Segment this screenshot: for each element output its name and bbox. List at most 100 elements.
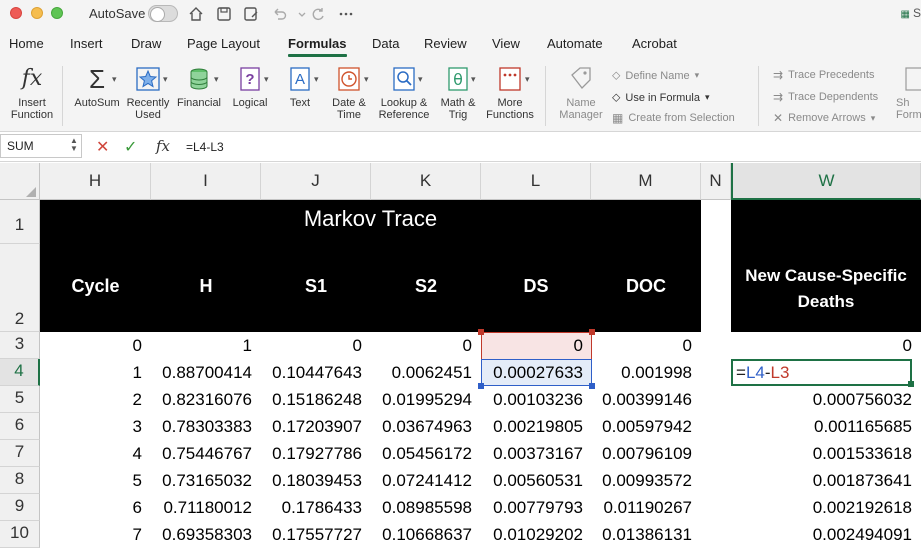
create-from-selection-button[interactable]: ▦ Create from Selection xyxy=(612,111,735,125)
cancel-icon[interactable]: ✕ xyxy=(96,137,109,157)
cell-h[interactable]: 1 xyxy=(151,332,261,359)
autosum-dropdown-icon[interactable]: ▾ xyxy=(112,74,117,85)
tab-page-layout[interactable]: Page Layout xyxy=(187,36,260,51)
row-header-3[interactable]: 3 xyxy=(0,332,40,359)
cell-ds[interactable]: 0.00779793 xyxy=(481,494,592,521)
tab-home[interactable]: Home xyxy=(9,36,44,51)
cell-new-deaths[interactable]: 0.001165685 xyxy=(731,413,921,440)
column-header-n[interactable]: N xyxy=(701,163,731,200)
tab-view[interactable]: View xyxy=(492,36,520,51)
cell-s2[interactable]: 0 xyxy=(371,332,481,359)
tab-insert[interactable]: Insert xyxy=(70,36,103,51)
save-as-icon[interactable] xyxy=(242,5,260,23)
cell-h[interactable]: 0.88700414 xyxy=(151,359,261,386)
redo-icon[interactable] xyxy=(309,5,327,23)
column-header-j[interactable]: J xyxy=(261,163,371,200)
fill-handle[interactable] xyxy=(908,381,914,387)
cell-s1[interactable]: 0 xyxy=(261,332,371,359)
cell-s1[interactable]: 0.10447643 xyxy=(261,359,371,386)
cell-cycle[interactable]: 3 xyxy=(40,413,151,440)
cell-ds[interactable]: 0.00373167 xyxy=(481,440,592,467)
insert-function-icon[interactable]: fx xyxy=(156,137,170,155)
row-header-9[interactable]: 9 xyxy=(0,494,40,521)
active-cell-w4[interactable]: = L4- L3 xyxy=(731,359,912,386)
close-window-button[interactable] xyxy=(10,7,22,19)
column-header-i[interactable]: I xyxy=(151,163,261,200)
text-button[interactable]: A Text xyxy=(278,64,322,109)
cell-s1[interactable]: 0.17557727 xyxy=(261,521,371,548)
cell-cycle[interactable]: 2 xyxy=(40,386,151,413)
more-options-icon[interactable] xyxy=(337,5,355,23)
cell-doc[interactable]: 0.00993572 xyxy=(591,467,701,494)
cell-s1[interactable]: 0.1786433 xyxy=(261,494,371,521)
cell-cycle[interactable]: 4 xyxy=(40,440,151,467)
lookup-reference-dropdown-icon[interactable]: ▾ xyxy=(418,74,423,85)
date-time-dropdown-icon[interactable]: ▾ xyxy=(364,74,369,85)
row-header-10[interactable]: 10 xyxy=(0,521,40,548)
cell-cycle[interactable]: 1 xyxy=(40,359,151,386)
cell-s2[interactable]: 0.01995294 xyxy=(371,386,481,413)
cell-cycle[interactable]: 5 xyxy=(40,467,151,494)
recently-used-button[interactable]: Recently Used xyxy=(124,64,172,121)
row-header-8[interactable]: 8 xyxy=(0,467,40,494)
column-header-k[interactable]: K xyxy=(371,163,481,200)
cell-ds[interactable]: 0.00027633 xyxy=(481,359,592,386)
cell-h[interactable]: 0.69358303 xyxy=(151,521,261,548)
row-header-4[interactable]: 4 xyxy=(0,359,40,386)
cell-ds[interactable]: 0.00560531 xyxy=(481,467,592,494)
tab-review[interactable]: Review xyxy=(424,36,467,51)
cell-new-deaths[interactable]: 0.000756032 xyxy=(731,386,921,413)
cell-new-deaths[interactable]: 0.001873641 xyxy=(731,467,921,494)
home-icon[interactable] xyxy=(187,5,205,23)
cell-s2[interactable]: 0.10668637 xyxy=(371,521,481,548)
undo-icon[interactable] xyxy=(270,5,288,23)
insert-function-button[interactable]: fx Insert Function xyxy=(8,64,56,122)
cell-s1[interactable]: 0.17203907 xyxy=(261,413,371,440)
cell-ds[interactable]: 0.00103236 xyxy=(481,386,592,413)
more-functions-dropdown-icon[interactable]: ▾ xyxy=(525,74,530,85)
tab-data[interactable]: Data xyxy=(372,36,399,51)
define-name-button[interactable]: ⬦ Define Name ▾ xyxy=(612,68,699,83)
cell-doc[interactable]: 0.01190267 xyxy=(591,494,701,521)
cell-h[interactable]: 0.71180012 xyxy=(151,494,261,521)
cell-new-deaths[interactable]: 0 xyxy=(731,332,921,359)
logical-dropdown-icon[interactable]: ▾ xyxy=(264,74,269,85)
use-in-formula-button[interactable]: ⬦ Use in Formula ▾ xyxy=(612,90,710,105)
cell-s1[interactable]: 0.18039453 xyxy=(261,467,371,494)
cell-h[interactable]: 0.73165032 xyxy=(151,467,261,494)
cell-cycle[interactable]: 7 xyxy=(40,521,151,548)
cell-doc[interactable]: 0.00597942 xyxy=(591,413,701,440)
tab-acrobat[interactable]: Acrobat xyxy=(632,36,677,51)
math-trig-dropdown-icon[interactable]: ▾ xyxy=(471,74,476,85)
cell-s2[interactable]: 0.0062451 xyxy=(371,359,481,386)
recently-used-dropdown-icon[interactable]: ▾ xyxy=(163,74,168,85)
save-icon[interactable] xyxy=(215,5,233,23)
cell-h[interactable]: 0.78303383 xyxy=(151,413,261,440)
row-header-7[interactable]: 7 xyxy=(0,440,40,467)
cell-s2[interactable]: 0.08985598 xyxy=(371,494,481,521)
cell-cycle[interactable]: 0 xyxy=(40,332,151,359)
lookup-reference-button[interactable]: Lookup & Reference xyxy=(375,64,433,121)
row-header-6[interactable]: 6 xyxy=(0,413,40,440)
cell-doc[interactable]: 0.00796109 xyxy=(591,440,701,467)
cell-s1[interactable]: 0.15186248 xyxy=(261,386,371,413)
math-trig-button[interactable]: θ Math & Trig xyxy=(434,64,482,121)
zoom-window-button[interactable] xyxy=(51,7,63,19)
cell-new-deaths[interactable]: 0.001533618 xyxy=(731,440,921,467)
row-header-2[interactable]: 2 xyxy=(0,244,40,332)
cell-doc[interactable]: 0 xyxy=(591,332,701,359)
cell-new-deaths[interactable]: 0.002494091 xyxy=(731,521,921,548)
cell-cycle[interactable]: 6 xyxy=(40,494,151,521)
cell-doc[interactable]: 0.001998 xyxy=(591,359,701,386)
cell-s2[interactable]: 0.07241412 xyxy=(371,467,481,494)
column-header-m[interactable]: M xyxy=(591,163,701,200)
more-functions-button[interactable]: More Functions xyxy=(484,64,536,121)
tab-formulas[interactable]: Formulas xyxy=(288,36,347,57)
autosave-toggle[interactable] xyxy=(148,5,178,22)
text-dropdown-icon[interactable]: ▾ xyxy=(314,74,319,85)
tab-automate[interactable]: Automate xyxy=(547,36,603,51)
trace-precedents-button[interactable]: ⇉ Trace Precedents xyxy=(773,68,874,82)
remove-arrows-button[interactable]: ✕ Remove Arrows ▾ xyxy=(773,111,875,125)
minimize-window-button[interactable] xyxy=(31,7,43,19)
row-header-5[interactable]: 5 xyxy=(0,386,40,413)
